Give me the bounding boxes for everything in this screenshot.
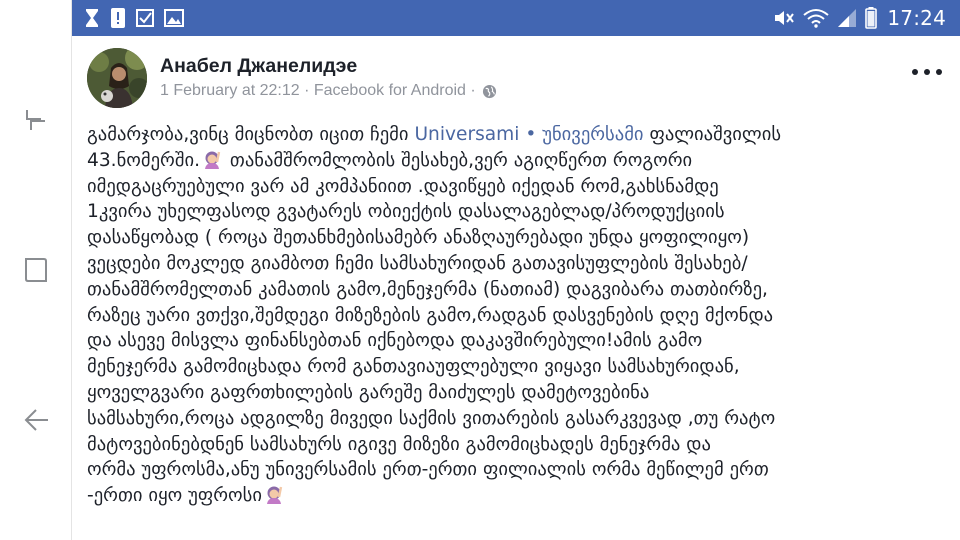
alert-icon [110, 7, 126, 29]
mute-icon [773, 7, 795, 29]
post-line: სამსახური,როცა ადგილზე მივედი საქმის ვით… [87, 407, 776, 429]
woman-raising-hand-emoji-icon [264, 484, 284, 505]
post-line: 1კვირა უხელფასოდ გვატარეს ობიექტის დასალ… [87, 201, 725, 223]
post-line: თანამშრომელთან კამათის გამო,მენეჯერმა (ნ… [87, 278, 768, 300]
home-icon[interactable] [18, 252, 54, 288]
navigation-bar [0, 0, 72, 540]
back-icon[interactable] [18, 402, 54, 438]
hourglass-icon [84, 7, 100, 29]
status-time: 17:24 [887, 6, 946, 30]
line-text: თანამშრომლობის შესახებ,ვერ აგიღწერთ როგო… [224, 149, 693, 171]
recent-apps-icon[interactable] [18, 102, 54, 138]
post-line: დასაწყობად ( როცა შეთანხმებისამებრ ანაზღ… [87, 227, 750, 249]
checkbox-icon [136, 7, 154, 29]
page-link-universami[interactable]: Universami • უნივერსამი [414, 124, 643, 145]
post-line: და ასევე მისვლა ფინანსებთან იქნებოდა დაკ… [87, 330, 703, 352]
post-line: გამარჯობა,ვინც მიცნობთ იცით ჩემი Univers… [87, 122, 953, 148]
image-icon [164, 7, 184, 29]
post-timestamp: 1 February at 22:12 · Facebook for Andro… [160, 82, 497, 100]
line-text: 43.ნომერში. [87, 149, 201, 171]
wifi-icon [803, 7, 829, 29]
post-line: იმედგაცრუებული ვარ ამ კომპანიით .დავიწყე… [87, 175, 719, 197]
battery-icon [865, 7, 878, 29]
avatar[interactable] [87, 48, 147, 108]
post-line: ვეცდები მოკლედ გიამბოთ ჩემი სამსახურიდან… [87, 252, 748, 274]
timestamp-text[interactable]: 1 February at 22:12 · Facebook for Andro… [160, 82, 476, 100]
woman-raising-hand-emoji-icon [202, 149, 222, 169]
post-line: -ერთი იყო უფროსი [87, 483, 953, 509]
status-bar: 17:24 [72, 0, 960, 36]
line-text: ფალიაშვილის [643, 124, 782, 145]
post-line: რაზეც უარი ვთქვი,შემდეგი მიზეზების გამო,… [87, 304, 774, 326]
line-text: -ერთი იყო უფროსი [87, 485, 262, 507]
globe-icon [482, 84, 497, 99]
post: Анабел Джанелидэе 1 February at 22:12 · … [72, 36, 960, 540]
author-name[interactable]: Анабел Джанелидэе [160, 55, 357, 78]
post-line: 43.ნომერში. თანამშრომლობის შესახებ,ვერ ა… [87, 148, 953, 174]
post-line: მატოვებინებდნენ სამსახურს იგივე მიზეზი გ… [87, 433, 711, 455]
line-text: გამარჯობა,ვინც მიცნობთ იცით ჩემი [87, 124, 415, 145]
post-line: ორმა უფროსმა,ანუ უნივერსამის ერთ-ერთი ფი… [87, 459, 769, 481]
post-line: მენეჯერმა გამომიცხადა რომ განთავიაუფლებუ… [87, 356, 740, 378]
post-line: ყოველგვარი გაფრთხილების გარეშე მაიძულეს … [87, 381, 650, 403]
signal-icon [837, 7, 857, 29]
more-options-icon[interactable] [912, 62, 942, 82]
post-body: გამარჯობა,ვინც მიცნობთ იცით ჩემი Univers… [87, 122, 953, 509]
